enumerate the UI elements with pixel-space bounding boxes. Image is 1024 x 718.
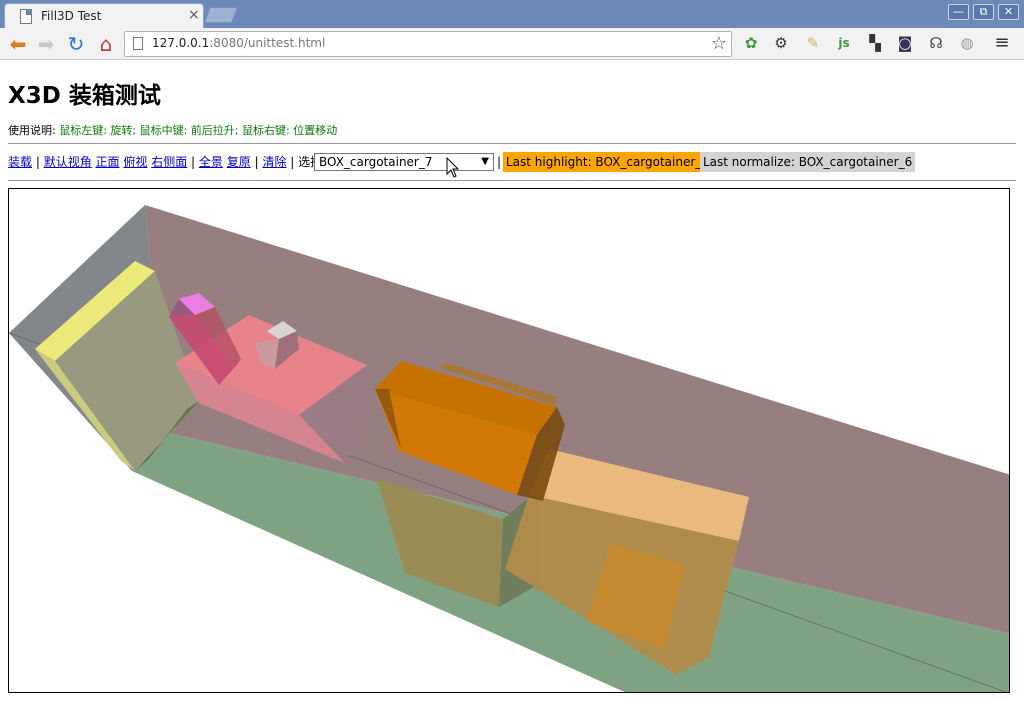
link-panorama[interactable]: 全景 <box>199 155 223 169</box>
link-load[interactable]: 装载 <box>8 155 32 169</box>
link-top[interactable]: 俯视 <box>123 155 147 169</box>
last-highlight-badge: Last highlight: BOX_cargotainer_7 <box>503 152 712 172</box>
pencil-icon[interactable]: ✎ <box>802 32 824 54</box>
page-icon <box>133 37 143 50</box>
address-bar[interactable]: 127.0.0.1:8080/unittest.html ☆ <box>124 31 732 57</box>
browser-tab[interactable]: Fill3D Test × <box>4 3 204 29</box>
divider <box>8 180 1016 181</box>
link-restore[interactable]: 复原 <box>227 155 251 169</box>
browser-titlebar: Fill3D Test × — ⧉ ✕ <box>0 0 1024 29</box>
tab-title: Fill3D Test <box>41 9 102 23</box>
page-icon <box>20 9 32 24</box>
mouse-cursor-icon <box>446 157 460 178</box>
tab-close-icon[interactable]: × <box>188 7 200 23</box>
last-normalize-badge: Last normalize: BOX_cargotainer_6 <box>700 152 916 172</box>
headphones-icon[interactable]: ☊ <box>925 32 947 54</box>
gear-icon[interactable]: ⚙ <box>770 32 792 54</box>
minimize-button[interactable]: — <box>948 4 969 20</box>
restore-button[interactable]: ⧉ <box>973 4 994 20</box>
forward-icon[interactable]: ➡ <box>34 32 58 56</box>
back-icon[interactable]: ⬅ <box>6 32 30 56</box>
usage-instructions: 使用说明: 鼠标左键: 旋转; 鼠标中键: 前后拉升; 鼠标右键: 位置移动 <box>8 122 337 138</box>
usage-text: 鼠标左键: 旋转; 鼠标中键: 前后拉升; 鼠标右键: 位置移动 <box>59 124 338 137</box>
usage-label: 使用说明: <box>8 124 60 137</box>
browser-toolbar: ⬅ ➡ ↻ ⌂ 127.0.0.1:8080/unittest.html ☆ ✿… <box>0 28 1024 60</box>
x3d-viewport[interactable] <box>8 188 1010 693</box>
new-tab-button[interactable] <box>204 7 238 23</box>
link-front[interactable]: 正面 <box>96 155 120 169</box>
menu-icon[interactable]: ≡ <box>991 32 1013 54</box>
reload-icon[interactable]: ↻ <box>64 32 88 56</box>
home-icon[interactable]: ⌂ <box>94 32 118 56</box>
separator: | <box>497 155 502 169</box>
extension-bug-icon[interactable]: ✿ <box>740 32 762 54</box>
divider <box>8 143 1016 144</box>
link-clear[interactable]: 清除 <box>262 155 286 169</box>
link-default-view[interactable]: 默认视角 <box>44 155 92 169</box>
page-title: X3D 装箱测试 <box>8 83 161 109</box>
close-window-button[interactable]: ✕ <box>998 4 1019 20</box>
star-icon[interactable]: ☆ <box>711 33 727 54</box>
url-text: 127.0.0.1:8080/unittest.html <box>152 36 326 50</box>
control-row: 装载 | 默认视角 正面 俯视 右侧面 | 全景 复原 | 清除 | 选择: <box>8 155 327 169</box>
link-right-side[interactable]: 右侧面 <box>151 155 187 169</box>
camera-icon[interactable]: ◙ <box>894 32 916 54</box>
box-select[interactable]: BOX_cargotainer_7 ▼ <box>314 153 494 171</box>
js-icon[interactable]: js <box>833 32 855 54</box>
globe-icon[interactable]: ◍ <box>956 32 978 54</box>
dropdown-arrow-icon: ▼ <box>481 156 489 167</box>
x3d-scene[interactable] <box>9 189 1010 693</box>
select-value: BOX_cargotainer_7 <box>319 155 433 169</box>
checker-icon[interactable]: ▚ <box>864 32 886 54</box>
